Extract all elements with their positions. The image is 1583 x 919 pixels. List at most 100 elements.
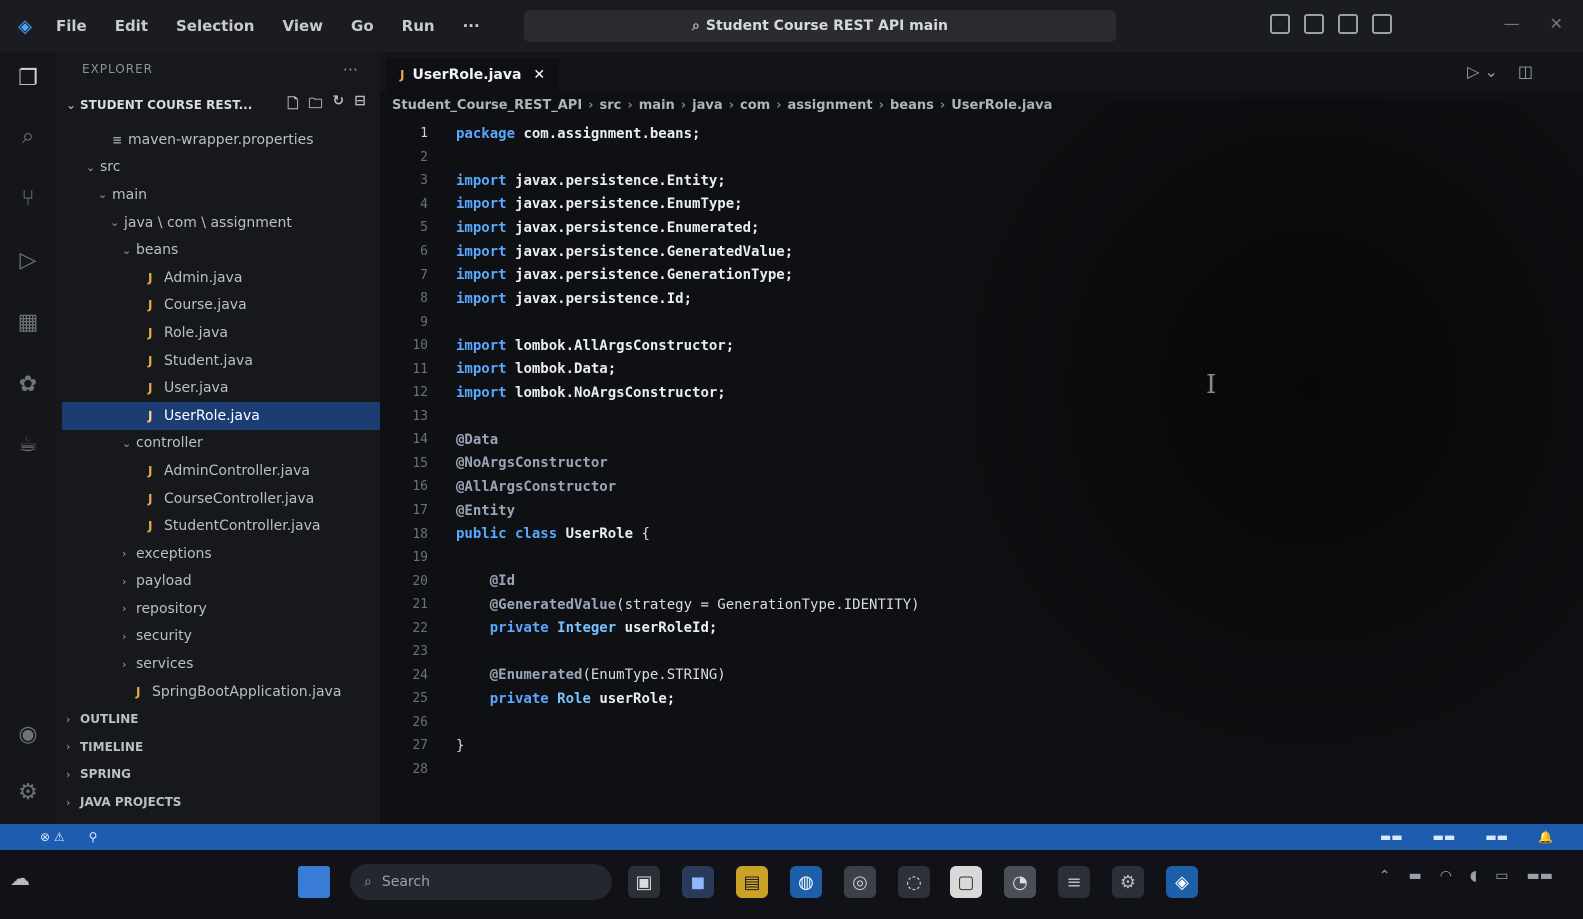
menu-more[interactable]: ··· <box>449 17 494 35</box>
menu-selection[interactable]: Selection <box>162 17 268 35</box>
breadcrumb-item[interactable]: UserRole.java <box>951 98 1052 113</box>
clock[interactable]: ▬▬ <box>1527 868 1553 884</box>
spring-boot-icon[interactable]: ✿ <box>12 368 44 400</box>
code-line: 8 import javax.persistence.Id; <box>380 287 1583 311</box>
breadcrumb-item[interactable]: com <box>740 98 770 113</box>
file-explorer-icon[interactable]: ▤ <box>736 866 768 898</box>
weather-icon[interactable]: ☁ <box>10 866 40 896</box>
toggle-panel-icon[interactable] <box>1304 14 1324 34</box>
sidebar-section[interactable]: › JAVA PROJECTS <box>56 788 380 816</box>
tab-userrole-java[interactable]: J UserRole.java ✕ <box>386 58 560 92</box>
tree-folder[interactable]: › services <box>56 650 380 678</box>
status-item-1[interactable]: ▬▬ <box>1380 830 1403 844</box>
tree-folder[interactable]: ⌄ src <box>56 154 380 182</box>
wifi-icon[interactable]: ◠ <box>1440 868 1452 884</box>
collapse-all-icon[interactable]: ⊟ <box>354 93 366 117</box>
tree-folder[interactable]: › exceptions <box>56 540 380 568</box>
tree-file[interactable]: J AdminController.java <box>56 457 380 485</box>
menu-view[interactable]: View <box>268 17 337 35</box>
title-bar: ◈ File Edit Selection View Go Run ··· ← … <box>0 0 1583 52</box>
tree-folder[interactable]: › repository <box>56 595 380 623</box>
menu-go[interactable]: Go <box>337 17 388 35</box>
menu-edit[interactable]: Edit <box>101 17 162 35</box>
breadcrumb-item[interactable]: assignment <box>788 98 873 113</box>
tree-folder[interactable]: ⌄ controller <box>56 430 380 458</box>
refresh-icon[interactable]: ↻ <box>333 93 345 117</box>
ports-icon[interactable]: ⚲ <box>89 830 98 844</box>
sidebar-section[interactable]: › TIMELINE <box>56 733 380 761</box>
extensions-icon[interactable]: ▦ <box>12 306 44 338</box>
taskbar-search[interactable]: ⌕ Search <box>350 864 612 900</box>
explorer-icon[interactable]: ❐ <box>12 62 44 94</box>
tree-folder[interactable]: ⌄ java \ com \ assignment <box>56 209 380 237</box>
notifications-bell-icon[interactable]: 🔔 <box>1538 830 1553 844</box>
task-view-icon[interactable]: ▣ <box>628 866 660 898</box>
manage-gear-icon[interactable]: ⚙ <box>12 776 44 808</box>
command-center-search[interactable]: ⌕ Student Course REST API main <box>524 10 1116 42</box>
chrome-browser-icon[interactable]: ◎ <box>844 866 876 898</box>
battery-icon[interactable]: ▭ <box>1495 868 1508 884</box>
accounts-icon[interactable]: ◉ <box>12 718 44 750</box>
system-tray: ⌃ ▬ ◠ ◖ ▭ ▬▬ <box>1379 868 1553 884</box>
breadcrumb-item[interactable]: java <box>692 98 722 113</box>
run-debug-icon[interactable]: ▷ <box>12 244 44 276</box>
vscode-taskbar-icon[interactable]: ◈ <box>1166 866 1198 898</box>
new-file-icon[interactable]: 🗋 <box>287 93 298 117</box>
tree-file[interactable]: ≡ maven-wrapper.properties <box>56 126 380 154</box>
close-tab-icon[interactable]: ✕ <box>533 67 545 83</box>
tree-file[interactable]: J CourseController.java <box>56 485 380 513</box>
split-editor-icon[interactable]: ◫ <box>1518 62 1533 81</box>
minimize-icon[interactable]: — <box>1504 14 1520 33</box>
code-token: package <box>456 125 524 142</box>
chevron-down-icon: ⌄ <box>98 188 108 202</box>
code-token: lombok.NoArgsConstructor; <box>515 384 726 401</box>
tree-file[interactable]: J User.java <box>56 374 380 402</box>
start-button[interactable] <box>298 866 330 898</box>
chat-icon[interactable]: ◼ <box>682 866 714 898</box>
tree-folder[interactable]: › security <box>56 623 380 651</box>
breadcrumb-item[interactable]: src <box>600 98 622 113</box>
app-icon-4[interactable]: ≡ <box>1058 866 1090 898</box>
sidebar-section[interactable]: › SPRING <box>56 761 380 789</box>
tree-folder[interactable]: ⌄ main <box>56 181 380 209</box>
tree-file[interactable]: J Admin.java <box>56 264 380 292</box>
menu-file[interactable]: File <box>42 17 101 35</box>
app-icon-2[interactable]: ▢ <box>950 866 982 898</box>
project-root[interactable]: ⌄ STUDENT COURSE REST... 🗋 🗀 ↻ ⊟ <box>66 92 366 118</box>
tree-file[interactable]: J SpringBootApplication.java <box>56 678 380 706</box>
tree-file[interactable]: J Student.java <box>56 347 380 375</box>
toggle-secondary-sidebar-icon[interactable] <box>1338 14 1358 34</box>
new-folder-icon[interactable]: 🗀 <box>309 93 323 117</box>
sidebar-section[interactable]: › OUTLINE <box>56 705 380 733</box>
breadcrumb-item[interactable]: main <box>639 98 675 113</box>
source-control-icon[interactable]: ⑂ <box>12 182 44 214</box>
tree-file[interactable]: J Course.java <box>56 292 380 320</box>
tree-folder[interactable]: ⌄ beans <box>56 236 380 264</box>
search-icon[interactable]: ⌕ <box>12 120 44 152</box>
edge-browser-icon[interactable]: ◍ <box>790 866 822 898</box>
customize-layout-icon[interactable] <box>1372 14 1392 34</box>
app-icon-1[interactable]: ◌ <box>898 866 930 898</box>
errors-warnings-icon[interactable]: ⊗ ⚠ <box>40 830 65 844</box>
breadcrumb-item[interactable]: Student_Course_REST_API <box>392 98 582 113</box>
tree-file[interactable]: J Role.java <box>56 319 380 347</box>
volume-icon[interactable]: ◖ <box>1470 868 1477 884</box>
run-java-icon[interactable]: ▷ ⌄ <box>1467 62 1498 81</box>
status-item-2[interactable]: ▬▬ <box>1433 830 1456 844</box>
tray-chevron-up-icon[interactable]: ⌃ <box>1379 868 1391 884</box>
menu-run[interactable]: Run <box>388 17 449 35</box>
code-editor[interactable]: 1 package com.assignment.beans; 2 3 import j… <box>380 122 1583 781</box>
app-icon-3[interactable]: ◔ <box>1004 866 1036 898</box>
tree-file[interactable]: J StudentController.java <box>56 512 380 540</box>
app-icon-5[interactable]: ⚙ <box>1112 866 1144 898</box>
close-window-icon[interactable]: ✕ <box>1550 14 1563 33</box>
command-center-label: Student Course REST API main <box>705 18 948 34</box>
toggle-sidebar-icon[interactable] <box>1270 14 1290 34</box>
language-indicator[interactable]: ▬ <box>1408 868 1421 884</box>
breadcrumb-item[interactable]: beans <box>890 98 934 113</box>
java-projects-icon[interactable]: ☕ <box>12 428 44 460</box>
status-item-3[interactable]: ▬▬ <box>1485 830 1508 844</box>
tree-folder[interactable]: › payload <box>56 568 380 596</box>
more-actions-icon[interactable]: ··· <box>343 60 358 79</box>
